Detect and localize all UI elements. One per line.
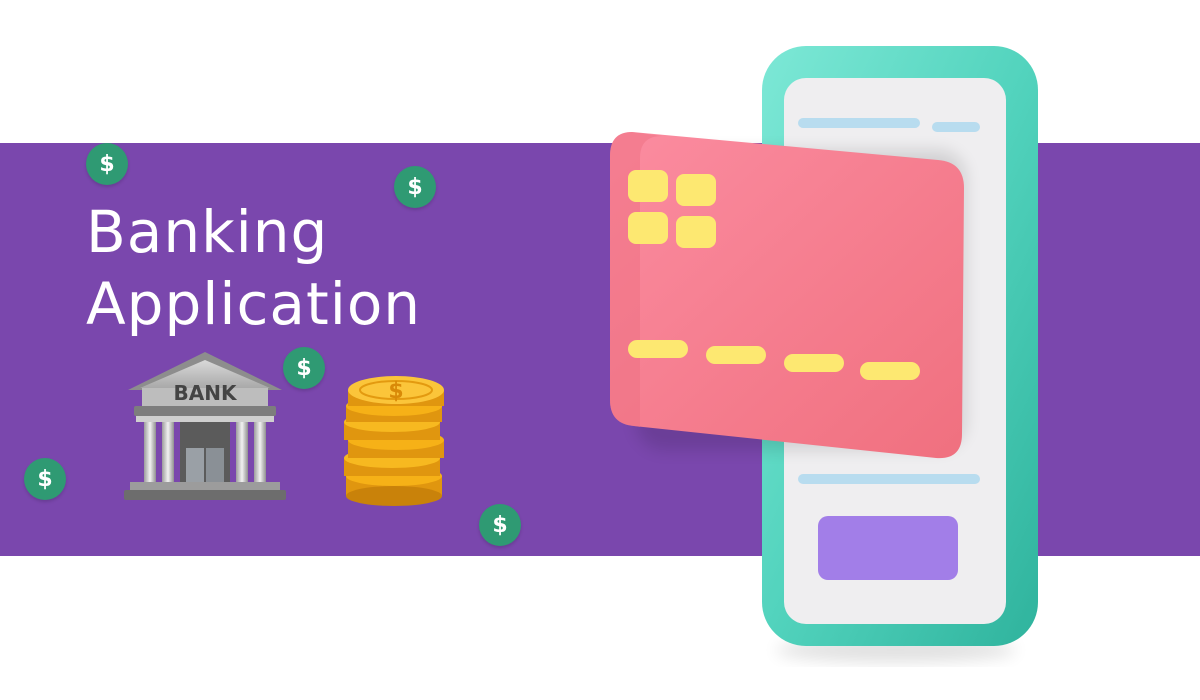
bank-sign: BANK [174,381,238,405]
title-line-1: Banking [86,198,329,266]
svg-text:$: $ [388,379,403,404]
dollar-badge-icon: $ [394,166,436,208]
smartphone-icon [610,46,1038,662]
dollar-badge-icon: $ [283,347,325,389]
credit-card-icon [610,132,964,459]
dollar-badge-icon: $ [24,458,66,500]
title-line-2: Application [86,270,422,338]
dollar-badge-icon: $ [479,504,521,546]
coin-stack-icon: $ [344,376,444,506]
bank-building-icon: BANK [124,352,286,500]
dollar-badge-icon: $ [86,143,128,185]
page-title: Banking Application [86,196,421,340]
phone-screen-button [818,516,958,580]
